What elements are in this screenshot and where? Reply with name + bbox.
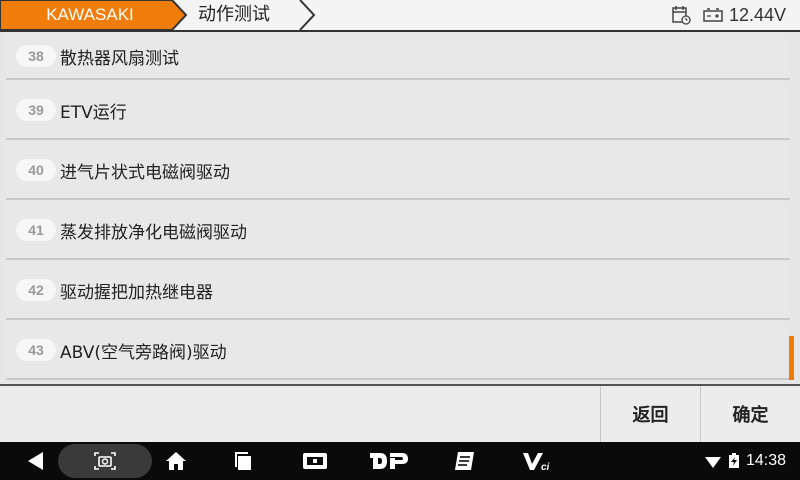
confirm-button[interactable]: 确定	[700, 386, 800, 442]
list-item[interactable]: 40 进气片状式电磁阀驱动	[6, 142, 790, 200]
item-label: ETV运行	[60, 102, 127, 123]
page-title: 动作测试	[198, 4, 270, 25]
diag-app-icon	[303, 453, 327, 469]
voltage-value: 12.44V	[728, 4, 786, 25]
nav-back-button[interactable]	[20, 442, 52, 480]
list-item[interactable]: 43 ABV(空气旁路阀)驱动	[6, 322, 790, 380]
calendar-clock-icon[interactable]	[671, 5, 691, 25]
nav-home-button[interactable]	[160, 442, 192, 480]
screenshot-icon	[94, 452, 116, 470]
item-label: 散热器风扇测试	[60, 48, 179, 69]
vci-icon: ci	[523, 453, 550, 472]
item-number: 43	[16, 339, 56, 361]
voltage-readout: 12.44V	[703, 5, 786, 26]
item-number: 39	[16, 99, 56, 121]
battery-voltage-icon	[703, 8, 723, 22]
wifi-icon	[704, 457, 721, 468]
recents-icon	[235, 452, 251, 470]
header-status: 12.44V	[671, 0, 786, 30]
action-bar: 返回 确定	[0, 384, 800, 442]
header-bar: KAWASAKI 动作测试 12.44V	[0, 0, 800, 32]
item-number: 38	[16, 45, 56, 67]
list-item[interactable]: 39 ETV运行	[6, 82, 790, 140]
nav-recents-button[interactable]	[228, 442, 260, 480]
report-button[interactable]	[448, 442, 482, 480]
dp-icon	[370, 453, 408, 469]
item-label: 蒸发排放净化电磁阀驱动	[60, 222, 247, 243]
system-status: 14:38	[704, 442, 786, 480]
vci-button[interactable]: ci	[518, 442, 558, 480]
dp-button[interactable]	[366, 442, 412, 480]
screenshot-button-icon-wrap	[88, 442, 122, 480]
report-icon	[455, 452, 474, 470]
item-number: 41	[16, 219, 56, 241]
breadcrumb-brand[interactable]: KAWASAKI	[0, 0, 190, 30]
item-number: 42	[16, 279, 56, 301]
item-label: ABV(空气旁路阀)驱动	[60, 342, 227, 363]
item-label: 驱动握把加热继电器	[60, 282, 213, 303]
scrollbar-thumb[interactable]	[789, 336, 794, 380]
battery-icon	[728, 453, 739, 468]
svg-text:ci: ci	[541, 462, 550, 472]
item-label: 进气片状式电磁阀驱动	[60, 162, 230, 183]
home-icon	[166, 452, 186, 470]
app-window: KAWASAKI 动作测试 12.44V 38 散热器风扇测试 39 ETV运行…	[0, 0, 800, 480]
brand-label: KAWASAKI	[46, 5, 134, 24]
system-navbar: ci 14:38	[0, 442, 800, 480]
list-item[interactable]: 38 散热器风扇测试	[6, 34, 790, 80]
back-button[interactable]: 返回	[600, 386, 700, 442]
clock: 14:38	[745, 452, 786, 469]
function-list[interactable]: 38 散热器风扇测试 39 ETV运行 40 进气片状式电磁阀驱动 41 蒸发排…	[6, 34, 790, 382]
diag-app-button[interactable]	[298, 442, 332, 480]
item-number: 40	[16, 159, 56, 181]
list-item[interactable]: 42 驱动握把加热继电器	[6, 262, 790, 320]
back-icon	[28, 452, 43, 470]
breadcrumb-page[interactable]: 动作测试	[172, 0, 322, 30]
list-item[interactable]: 41 蒸发排放净化电磁阀驱动	[6, 202, 790, 260]
